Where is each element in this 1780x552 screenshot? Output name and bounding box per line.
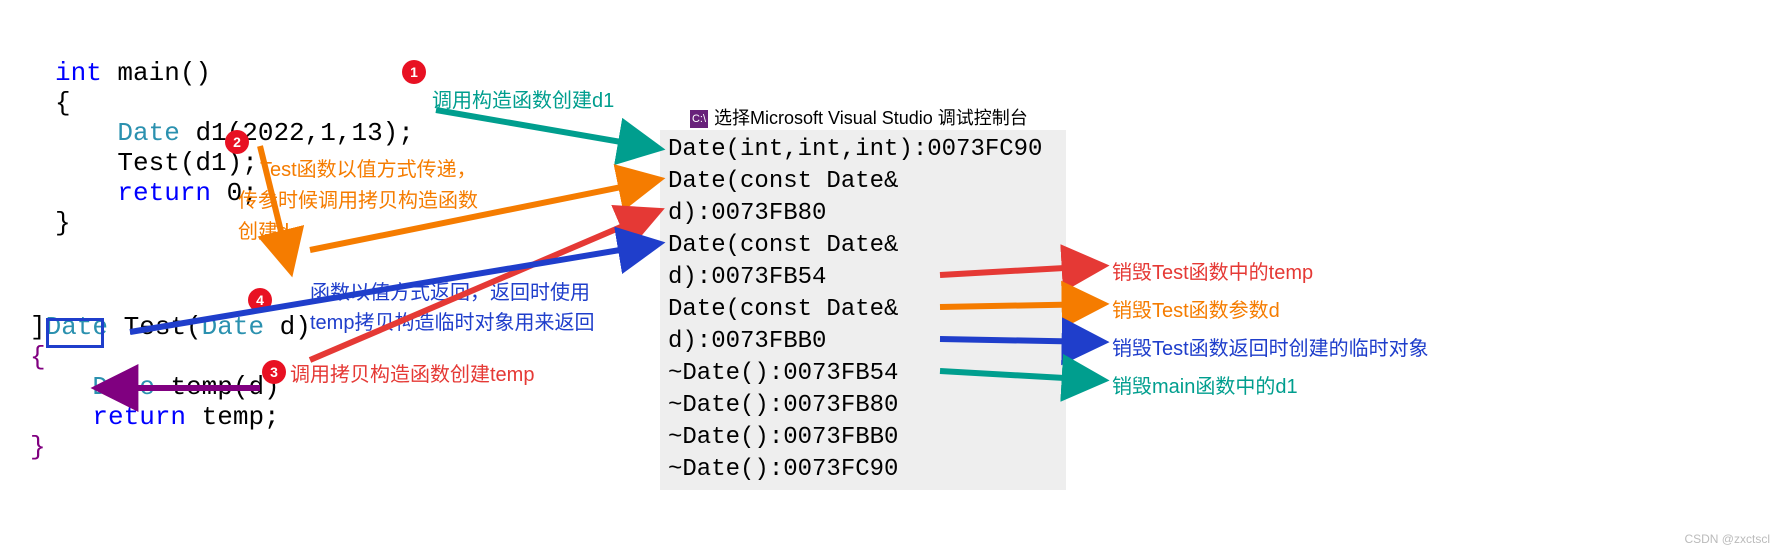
note-test-pass-2: 传参时候调用拷贝构造函数 (238, 184, 478, 213)
console-line: ~Date():0073FB54 (668, 358, 1058, 390)
badge-4: 4 (248, 288, 272, 312)
watermark: CSDN @zxctscl (1684, 532, 1770, 546)
console-line: Date(const Date& d):0073FB80 (668, 166, 1058, 230)
rnote-destroy-temp: 销毁Test函数中的temp (1112, 256, 1313, 285)
arrow-teal-to-line1 (436, 110, 656, 148)
rnote-destroy-retobj: 销毁Test函数返回时创建的临时对象 (1112, 332, 1429, 361)
console-line: ~Date():0073FB80 (668, 390, 1058, 422)
badge-2-text: 2 (233, 134, 241, 150)
console-title-text: 选择Microsoft Visual Studio 调试控制台 (714, 108, 1028, 128)
note-copy-temp: 调用拷贝构造函数创建temp (290, 358, 534, 387)
console-output: Date(int,int,int):0073FC90 Date(const Da… (660, 130, 1066, 490)
badge-3: 3 (262, 360, 286, 384)
diagram-root: int main() { Date d1(2022,1,13); Test(d1… (0, 0, 1780, 552)
note-return-2: temp拷贝构造临时对象用来返回 (310, 306, 594, 335)
console-line: Date(const Date& d):0073FBB0 (668, 294, 1058, 358)
console-line: Date(const Date& d):0073FB54 (668, 230, 1058, 294)
rnote-destroy-d1: 销毁main函数中的d1 (1112, 370, 1298, 399)
vs-icon: C:\ (690, 110, 708, 128)
note-return-1: 函数以值方式返回，返回时使用 (310, 276, 590, 305)
console-line: Date(int,int,int):0073FC90 (668, 134, 1058, 166)
badge-1-text: 1 (410, 64, 418, 80)
badge-3-text: 3 (270, 364, 278, 380)
cursor-box (46, 318, 104, 348)
badge-2: 2 (225, 130, 249, 154)
rnote-destroy-d: 销毁Test函数参数d (1112, 294, 1280, 323)
console-line: ~Date():0073FBB0 (668, 422, 1058, 454)
note-test-pass-3: 创建d (238, 215, 289, 244)
code-test: ]Date Test(Date d) { Date temp(d) return… (30, 282, 311, 492)
note-test-pass-1: Test函数以值方式传递， (260, 153, 477, 182)
console-title: C:\ 选择Microsoft Visual Studio 调试控制台 (690, 104, 1028, 130)
note-construct-d1: 调用构造函数创建d1 (432, 84, 614, 113)
console-line: ~Date():0073FC90 (668, 454, 1058, 486)
badge-1: 1 (402, 60, 426, 84)
badge-4-text: 4 (256, 292, 264, 308)
